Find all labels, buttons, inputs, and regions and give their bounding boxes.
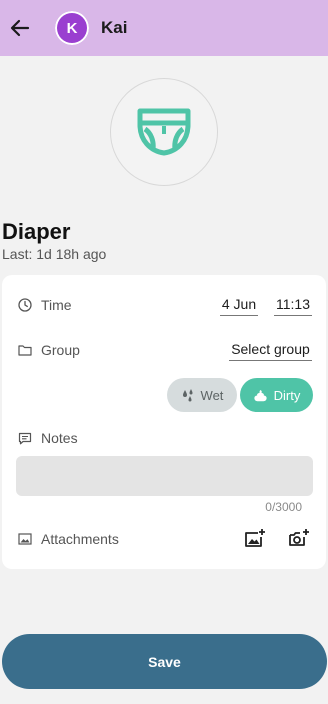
back-button[interactable] (4, 12, 36, 44)
clock-icon (18, 298, 32, 312)
folder-icon (18, 345, 32, 356)
app-bar: K Kai (0, 0, 328, 56)
attachments-row-label: Attachments (18, 531, 119, 547)
notes-row-label: Notes (18, 430, 78, 446)
add-photo-icon (245, 529, 265, 547)
poop-icon (254, 389, 267, 401)
group-row-label: Group (18, 342, 80, 358)
last-recorded-text: Last: 1d 18h ago (2, 246, 107, 262)
droplets-icon (182, 389, 193, 402)
attachments-label: Attachments (41, 531, 119, 547)
arrow-left-icon (10, 19, 30, 37)
dirty-chip[interactable]: Dirty (240, 378, 313, 412)
form-card (2, 275, 326, 569)
group-label: Group (41, 342, 80, 358)
child-name: Kai (101, 18, 128, 37)
time-label: Time (41, 297, 72, 313)
time-field[interactable]: 11:13 (274, 296, 312, 316)
activity-icon-circle (110, 78, 218, 186)
notes-counter: 0/3000 (265, 500, 302, 514)
avatar[interactable]: K (55, 11, 89, 45)
dirty-label: Dirty (273, 387, 301, 403)
group-select[interactable]: Select group (229, 341, 312, 361)
notes-input[interactable] (16, 456, 313, 496)
avatar-letter: K (66, 19, 78, 37)
time-row-label: Time (18, 297, 72, 313)
image-icon (18, 533, 32, 545)
camera-add-icon (289, 529, 309, 546)
wet-label: Wet (200, 387, 224, 403)
save-button[interactable]: Save (2, 634, 327, 689)
camera-button[interactable] (287, 526, 311, 550)
note-icon (18, 432, 32, 444)
notes-label: Notes (41, 430, 78, 446)
date-field[interactable]: 4 Jun (220, 296, 258, 316)
add-photo-button[interactable] (243, 526, 267, 550)
activity-title: Diaper (2, 219, 71, 244)
diaper-icon (137, 108, 191, 156)
wet-chip[interactable]: Wet (167, 378, 237, 412)
